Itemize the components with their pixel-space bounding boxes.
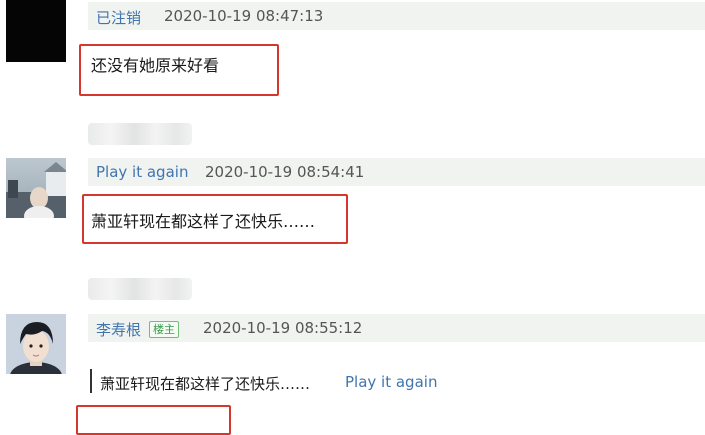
op-badge: 楼主 xyxy=(149,321,179,338)
comment-text: 萧亚轩现在都这样了还快乐…… xyxy=(91,212,316,231)
avatar-photo xyxy=(6,314,66,374)
user-avatar[interactable] xyxy=(6,158,66,218)
comment-meta-bar: Play it again 2020-10-19 08:54:41 xyxy=(88,158,705,186)
user-avatar[interactable] xyxy=(6,0,66,62)
comment-username[interactable]: Play it again xyxy=(96,163,188,181)
blurred-name xyxy=(88,278,192,300)
comment-timestamp: 2020-10-19 08:47:13 xyxy=(164,7,324,25)
quoted-comment-author[interactable]: Play it again xyxy=(345,373,437,391)
comment-timestamp: 2020-10-19 08:55:12 xyxy=(203,319,363,337)
highlight-box xyxy=(76,405,231,435)
avatar-photo xyxy=(6,158,66,218)
blurred-name xyxy=(88,123,192,145)
comment-meta-bar: 已注销 2020-10-19 08:47:13 xyxy=(88,2,705,30)
quoted-comment-text: 萧亚轩现在都这样了还快乐…… xyxy=(100,375,311,393)
comment-text: 还没有她原来好看 xyxy=(91,56,220,75)
comment-username[interactable]: 李寿根 xyxy=(96,319,141,340)
comment-timestamp: 2020-10-19 08:54:41 xyxy=(205,163,365,181)
comment-username[interactable]: 已注销 xyxy=(96,7,141,28)
comment-meta-bar: 李寿根 楼主 2020-10-19 08:55:12 xyxy=(88,314,705,342)
user-avatar[interactable] xyxy=(6,314,66,374)
quote-bar xyxy=(90,369,92,393)
